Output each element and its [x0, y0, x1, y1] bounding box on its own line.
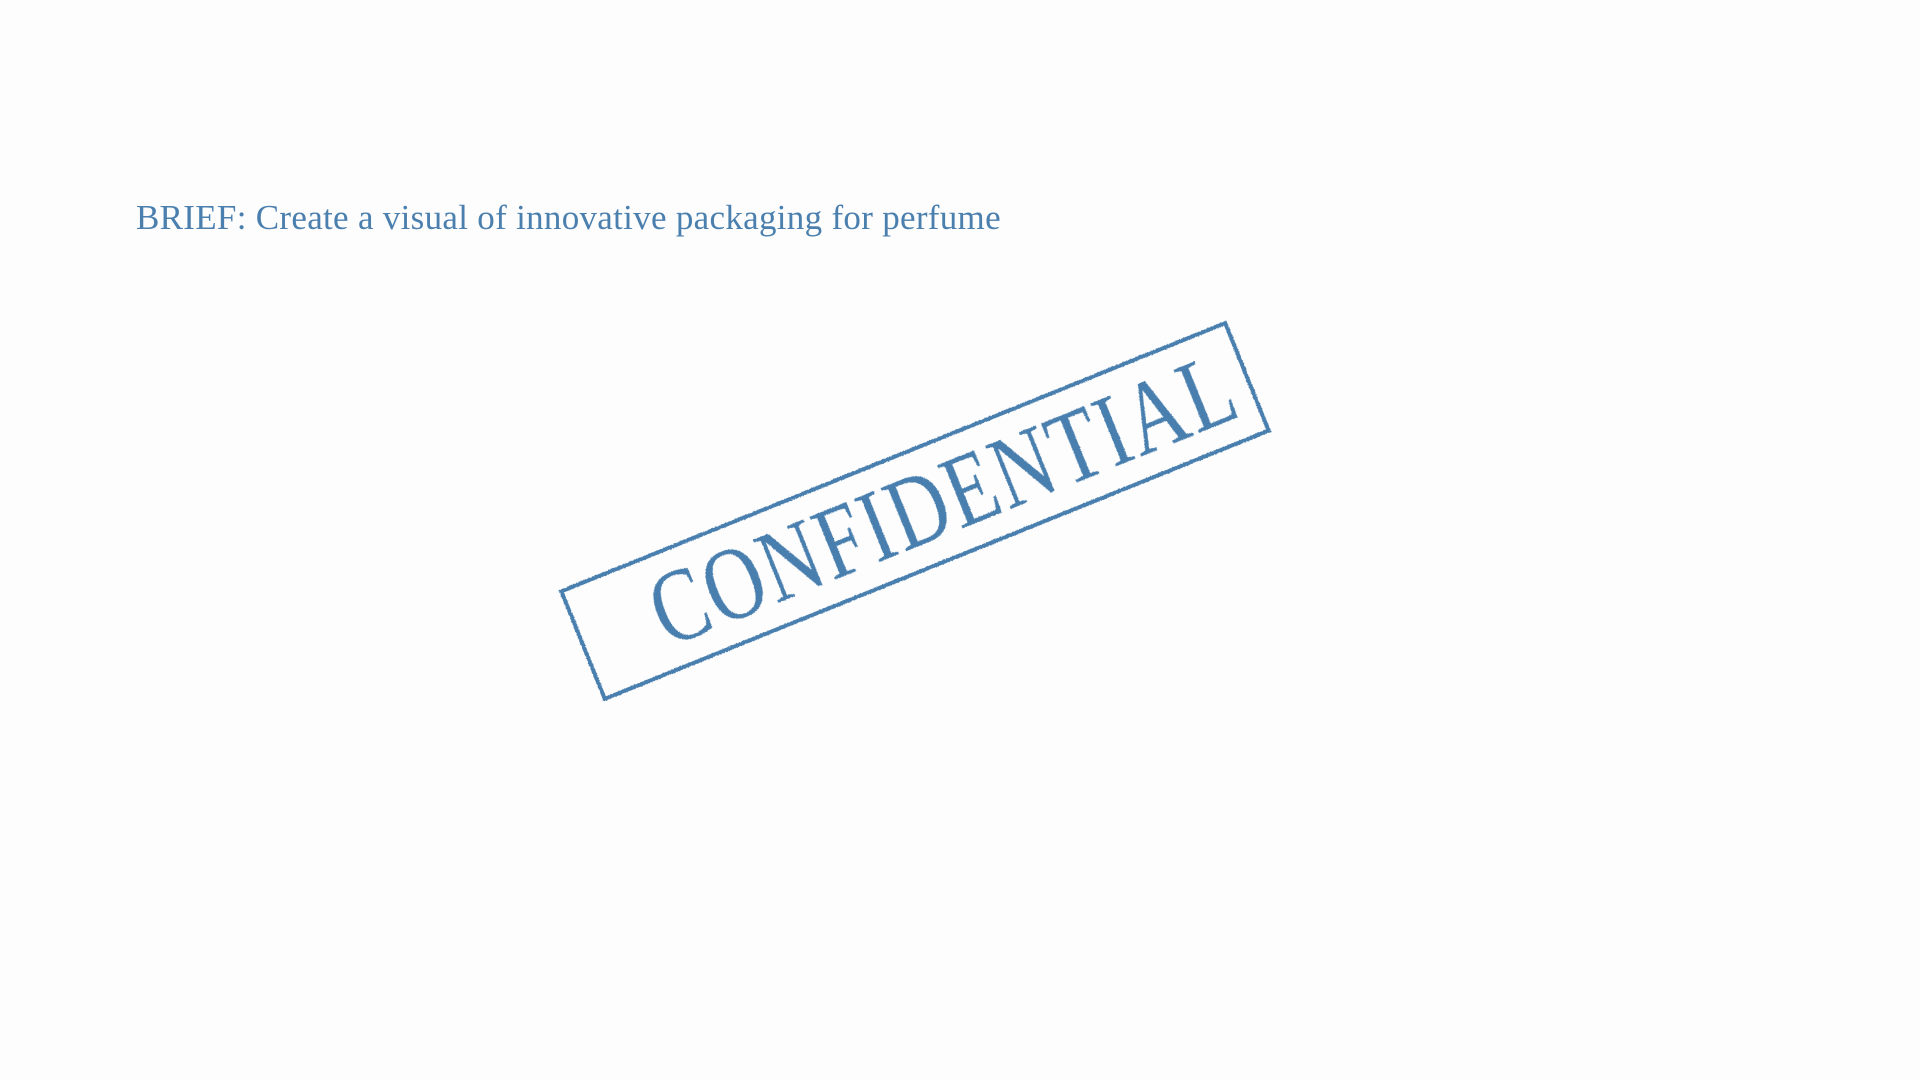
confidential-stamp: CONFIDENTIAL	[558, 320, 1272, 702]
document-page: BRIEF: Create a visual of innovative pac…	[0, 0, 1920, 1080]
stamp-label: CONFIDENTIAL	[632, 329, 1254, 670]
brief-text: BRIEF: Create a visual of innovative pac…	[136, 198, 1001, 237]
